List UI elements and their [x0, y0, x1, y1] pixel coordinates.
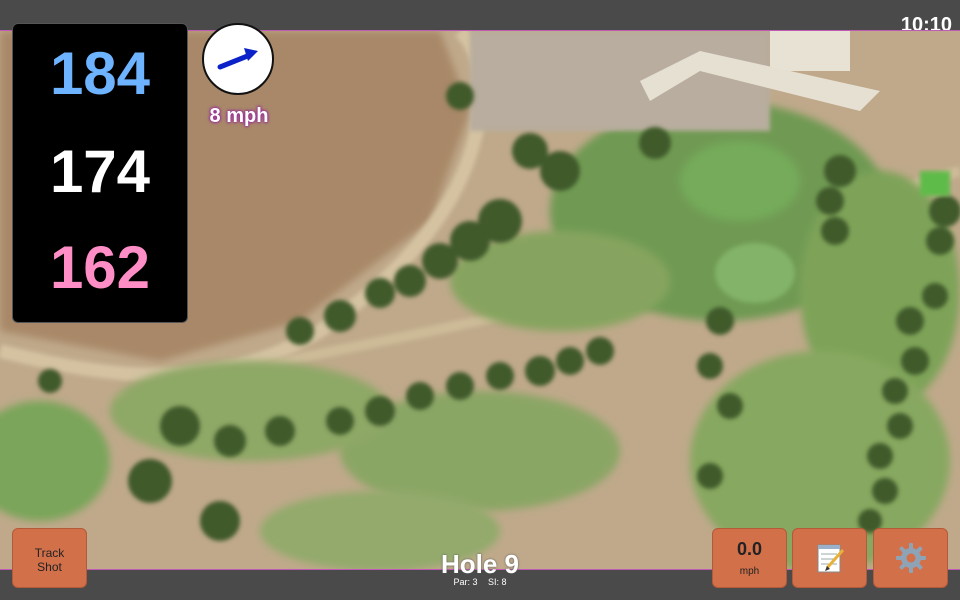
- speed-unit: mph: [739, 566, 760, 577]
- track-shot-label-line1: Track: [34, 546, 65, 560]
- speed-button[interactable]: 0.0 mph: [712, 528, 787, 588]
- notepad-icon: [817, 544, 844, 573]
- settings-button[interactable]: [873, 528, 948, 588]
- front-distance: 162: [49, 234, 151, 301]
- track-shot-button[interactable]: Track Shot: [12, 528, 87, 588]
- gear-icon: [895, 543, 926, 573]
- hole-par: Par: 3: [453, 577, 478, 587]
- hole-stroke-index: SI: 8: [488, 577, 507, 587]
- wind-speed: 8 mph: [209, 105, 269, 127]
- track-shot-label-line2: Shot: [37, 560, 62, 574]
- wind-direction-arrow-icon: [217, 48, 258, 70]
- middle-distance: 174: [49, 138, 151, 205]
- back-distance: 184: [49, 40, 151, 107]
- hole-info: Par: 3 SI: 8: [380, 577, 580, 587]
- distance-panel: 184 174 162: [12, 23, 188, 323]
- wind-direction-dial: [202, 23, 274, 95]
- hole-title: Hole 9: [440, 549, 520, 579]
- notes-button[interactable]: [792, 528, 867, 588]
- speed-value: 0.0: [736, 539, 763, 559]
